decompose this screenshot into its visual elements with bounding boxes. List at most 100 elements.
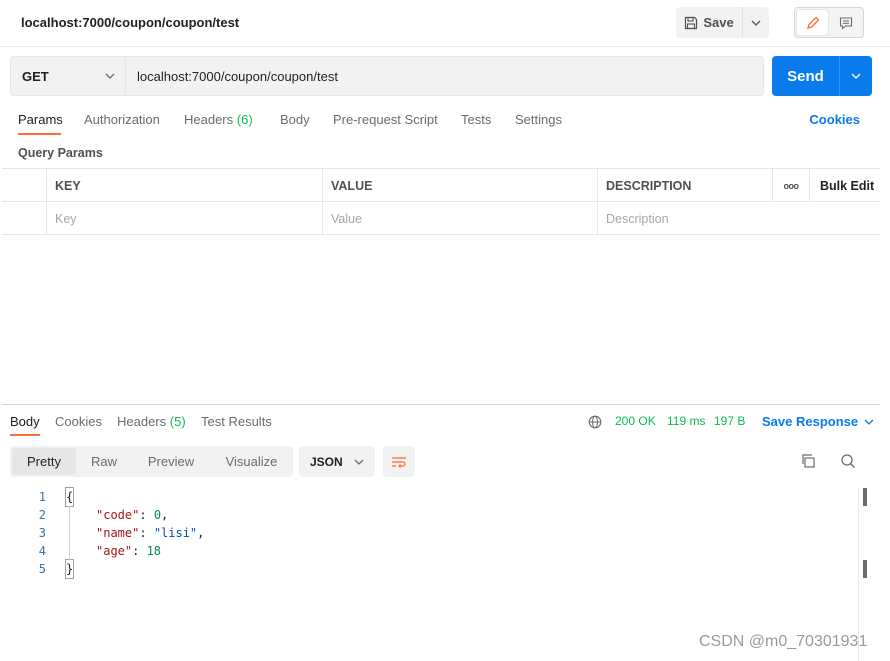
code-text: "name": "lisi", — [96, 524, 204, 542]
send-options-button[interactable] — [839, 56, 872, 96]
line-number: 5 — [38, 562, 46, 576]
scrollbar-thumb[interactable] — [863, 488, 867, 506]
chevron-down-icon — [105, 73, 115, 79]
value-input[interactable]: Value — [322, 202, 597, 235]
tab-label: Body — [280, 112, 310, 127]
value-column-header: VALUE — [322, 169, 597, 202]
tab-authorization[interactable]: Authorization — [84, 112, 160, 127]
params-table: KEY VALUE DESCRIPTION ooo Bulk Edit Key … — [2, 168, 880, 235]
line-number: 2 — [38, 508, 46, 522]
wrap-lines-icon — [392, 456, 406, 468]
tab-params[interactable]: Params — [18, 112, 63, 127]
save-response-button[interactable]: Save Response — [762, 414, 874, 429]
tab-label: Settings — [515, 112, 562, 127]
code-line: 2 "code": 0, — [2, 506, 858, 524]
response-size[interactable]: 197 B — [714, 414, 745, 428]
url-bar: GET — [10, 56, 764, 96]
description-column-header: DESCRIPTION — [597, 169, 772, 202]
comment-icon — [839, 16, 852, 30]
save-button-group: Save — [676, 7, 769, 38]
tab-label: Pre-request Script — [333, 112, 438, 127]
response-tab-test-results[interactable]: Test Results — [201, 414, 272, 429]
response-tab-headers[interactable]: Headers (5) — [117, 414, 186, 429]
wrap-lines-button[interactable] — [383, 446, 415, 477]
chevron-down-icon — [751, 20, 761, 26]
bulk-edit-button[interactable]: Bulk Edit — [809, 169, 880, 202]
tab-tests[interactable]: Tests — [461, 112, 491, 127]
send-button[interactable]: Send — [772, 56, 839, 96]
chevron-down-icon — [851, 73, 861, 79]
json-key: "name" — [96, 526, 140, 540]
key-input[interactable]: Key — [46, 202, 322, 235]
json-key: "age" — [96, 544, 133, 558]
code-text: "code": 0, — [96, 506, 168, 524]
tab-label: Authorization — [84, 112, 160, 127]
save-button[interactable]: Save — [676, 7, 742, 38]
method-label: GET — [22, 68, 49, 84]
pencil-icon — [806, 16, 819, 29]
json-value: 18 — [146, 544, 162, 558]
description-input[interactable]: Description — [597, 202, 880, 235]
cookies-link[interactable]: Cookies — [809, 112, 860, 127]
json-trailing: , — [197, 526, 205, 540]
response-tab-body[interactable]: Body — [10, 414, 40, 429]
query-params-title: Query Params — [18, 146, 103, 160]
save-icon — [685, 16, 698, 29]
view-raw-button[interactable]: Raw — [78, 448, 130, 475]
line-number: 4 — [38, 544, 46, 558]
line-number: 3 — [38, 526, 46, 540]
tab-label: Tests — [461, 112, 492, 127]
tab-label: Headers — [117, 414, 167, 429]
scrollbar-marker — [863, 560, 867, 578]
tab-settings[interactable]: Settings — [515, 112, 562, 127]
globe-icon[interactable] — [588, 415, 602, 429]
key-column-header: KEY — [46, 169, 322, 202]
tab-pre-request-script[interactable]: Pre-request Script — [333, 112, 438, 127]
send-button-group: Send — [772, 56, 872, 96]
method-select[interactable]: GET — [11, 57, 126, 95]
table-header-row: KEY VALUE DESCRIPTION ooo Bulk Edit — [2, 169, 880, 202]
code-text: } — [64, 559, 75, 579]
format-label: JSON — [310, 454, 343, 469]
edit-mode-button[interactable] — [797, 10, 828, 35]
tab-body[interactable]: Body — [280, 112, 310, 127]
request-tabs: Params Authorization Headers (6) Body Pr… — [0, 110, 890, 136]
watermark: CSDN @m0_70301931 — [699, 633, 868, 650]
code-line: 3 "name": "lisi", — [2, 524, 858, 542]
more-options-button[interactable]: ooo — [772, 169, 809, 202]
json-separator: : — [139, 508, 154, 522]
line-number: 1 — [38, 490, 46, 504]
status-code[interactable]: 200 OK — [615, 414, 656, 428]
view-preview-button[interactable]: Preview — [136, 448, 206, 475]
response-tab-cookies[interactable]: Cookies — [55, 414, 102, 429]
active-tab-indicator — [10, 434, 40, 436]
tab-headers[interactable]: Headers (6) — [184, 112, 253, 127]
view-mode-group: Pretty Raw Preview Visualize — [10, 446, 293, 477]
code-line: 5 } — [2, 559, 858, 579]
comments-mode-button[interactable] — [830, 10, 861, 35]
code-line: 4 "age": 18 — [2, 542, 858, 560]
view-visualize-button[interactable]: Visualize — [214, 448, 289, 475]
save-label: Save — [703, 15, 734, 30]
tab-label: Params — [18, 112, 63, 127]
indent-guide — [69, 506, 70, 560]
response-time[interactable]: 119 ms — [667, 414, 705, 428]
search-icon[interactable] — [840, 453, 856, 469]
json-key: "code" — [96, 508, 140, 522]
tab-label: Headers — [184, 112, 234, 127]
code-text: "age": 18 — [96, 542, 161, 560]
copy-icon[interactable] — [800, 453, 816, 469]
json-value: 0 — [153, 508, 162, 522]
view-pretty-button[interactable]: Pretty — [12, 448, 76, 475]
table-row: Key Value Description — [2, 202, 880, 235]
request-title[interactable]: localhost:7000/coupon/coupon/test — [21, 15, 239, 30]
request-header-bar: localhost:7000/coupon/coupon/test Save — [0, 0, 890, 47]
json-separator: : — [139, 526, 154, 540]
save-options-button[interactable] — [742, 7, 769, 38]
chevron-down-icon — [864, 419, 874, 425]
headers-count: (6) — [236, 112, 253, 127]
json-separator: : — [132, 544, 147, 558]
json-value: "lisi" — [153, 526, 198, 540]
format-select[interactable]: JSON — [299, 446, 375, 477]
url-input[interactable] — [126, 57, 763, 95]
